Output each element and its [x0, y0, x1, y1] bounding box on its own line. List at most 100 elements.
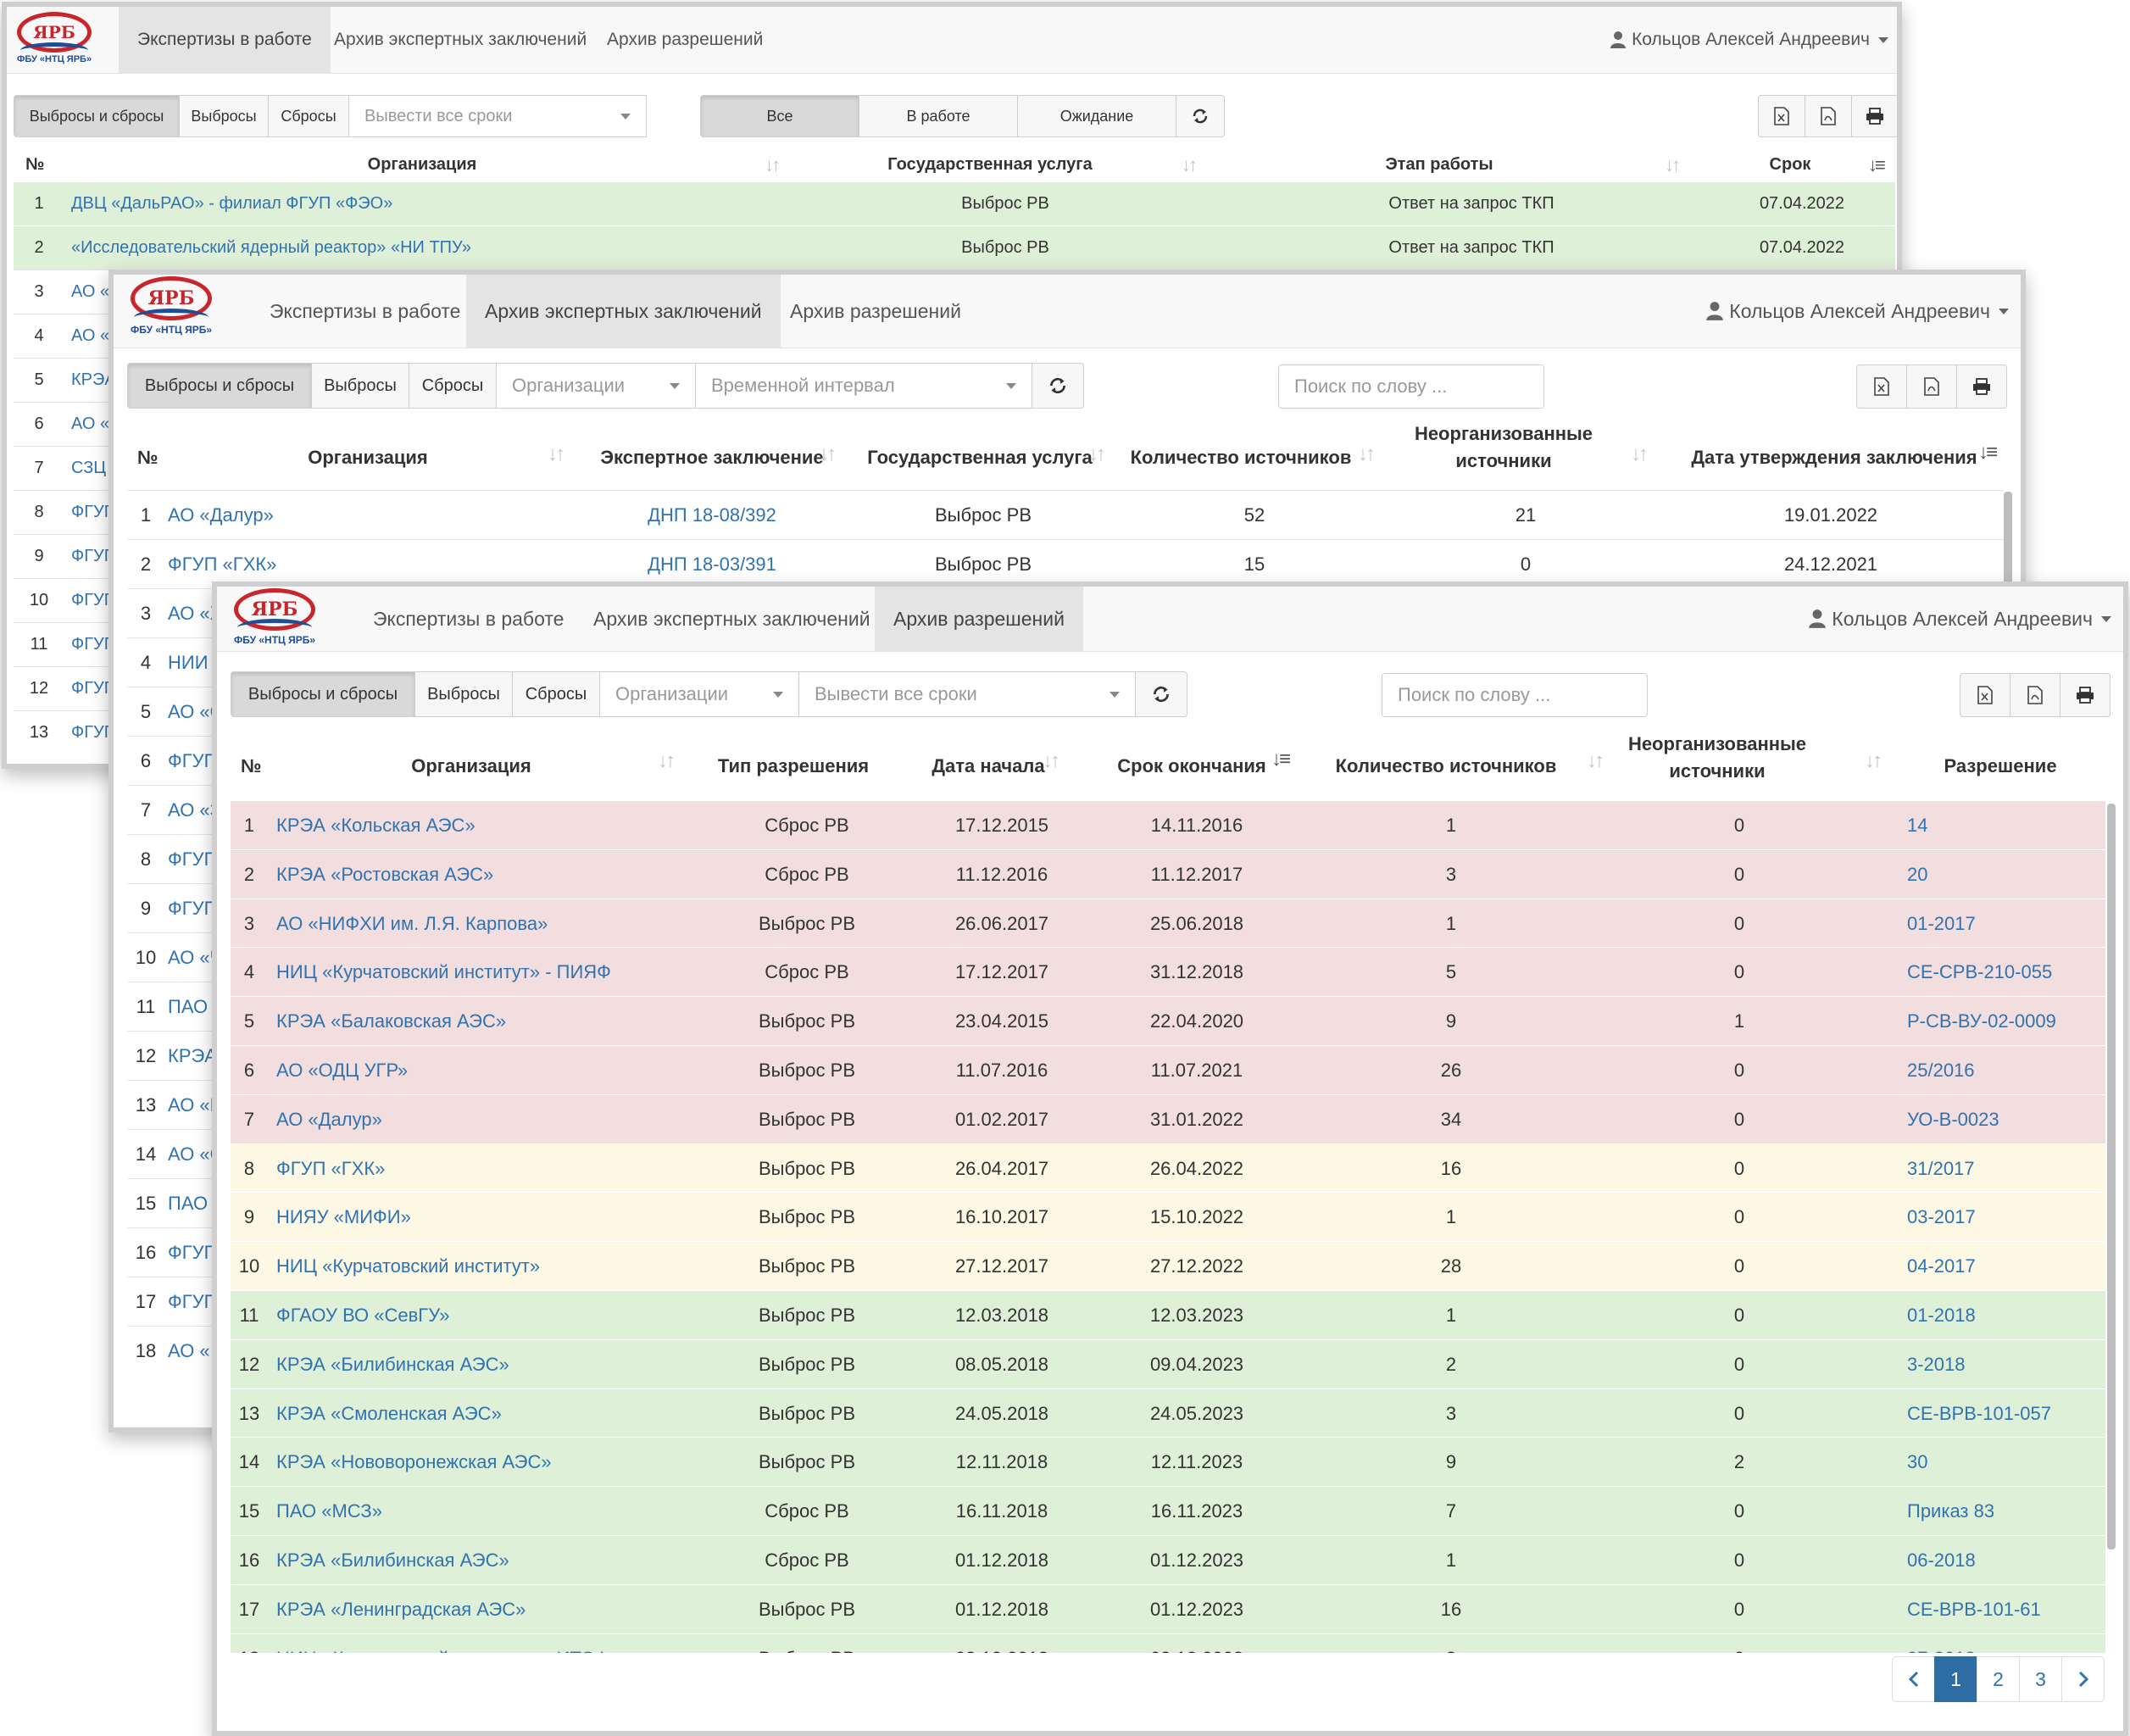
scrollbar[interactable]: [2107, 804, 2116, 1550]
filter-emissions[interactable]: Выбросы: [414, 671, 513, 717]
cell-permit[interactable]: УО-В-0023: [1907, 1095, 1999, 1143]
table-row[interactable]: 7 АО «Далур» Выброс РВ 01.02.2017 31.01.2022…: [231, 1094, 2105, 1143]
cell-permit[interactable]: 01-2018: [1907, 1291, 1976, 1339]
col-state-service[interactable]: Государственная услуга: [853, 444, 1107, 471]
cell-permit[interactable]: 20: [1907, 850, 1927, 899]
refresh-button[interactable]: [1176, 95, 1225, 137]
table-row[interactable]: 1 ДВЦ «ДальРАО» - филиал ФГУП «ФЭО» Выброс…: [14, 181, 1895, 225]
col-organization[interactable]: Организация: [344, 753, 598, 780]
filter-emissions-and-discharges[interactable]: Выбросы и сбросы: [14, 95, 180, 137]
sort-icon[interactable]: ↓↑: [1587, 749, 1604, 773]
export-excel-button[interactable]: [1758, 95, 1805, 137]
sort-asc-icon[interactable]: ↓≡: [1868, 154, 1886, 176]
tab-permits-archive[interactable]: Архив разрешений: [780, 275, 971, 348]
sort-icon[interactable]: ↓↑: [1043, 749, 1060, 773]
cell-permit[interactable]: 06-2018: [1907, 1536, 1976, 1584]
tab-permits-archive[interactable]: Архив разрешений: [602, 7, 768, 73]
table-row[interactable]: 3 АО «НИФХИ им. Л.Я. Карпова» Выброс РВ 26.…: [231, 899, 2105, 948]
cell-permit[interactable]: СЕ-ВРВ-101-057: [1907, 1389, 2051, 1438]
pagination-next-button[interactable]: [2061, 1656, 2105, 1702]
tab-expert-conclusions-archive[interactable]: Архив экспертных заключений: [329, 7, 592, 73]
search-input[interactable]: [1382, 673, 1648, 717]
status-waiting[interactable]: Ожидание: [1017, 95, 1176, 137]
col-work-stage[interactable]: Этап работы: [1312, 153, 1566, 177]
cell-organization[interactable]: КРЭА «Балаковская АЭС»: [276, 997, 506, 1045]
cell-organization[interactable]: КРЭА «Билибинская АЭС»: [276, 1340, 509, 1388]
tab-expert-conclusions-archive[interactable]: Архив экспертных заключений: [466, 275, 781, 348]
sort-icon[interactable]: ↓↑: [1182, 154, 1198, 176]
cell-organization[interactable]: НИЦ «Курчатовский институт»: [276, 1242, 540, 1290]
sort-icon[interactable]: ↓↑: [1865, 749, 1883, 773]
status-all[interactable]: Все: [700, 95, 859, 137]
pagination-page-1[interactable]: 1: [1934, 1656, 1977, 1702]
cell-organization[interactable]: ФГУП: [168, 884, 217, 932]
table-row[interactable]: 16 КРЭА «Билибинская АЭС» Сброс РВ 01.12.20…: [231, 1535, 2105, 1584]
col-end-date[interactable]: Срок окончания: [1082, 753, 1302, 780]
pagination-page-3[interactable]: 3: [2019, 1656, 2062, 1702]
cell-organization[interactable]: АО «Далур»: [276, 1095, 382, 1143]
tab-expert-conclusions-archive[interactable]: Архив экспертных заключений: [583, 587, 881, 651]
tab-permits-archive[interactable]: Архив разрешений: [875, 587, 1083, 651]
cell-permit[interactable]: 01-2017: [1907, 899, 1976, 948]
cell-permit[interactable]: 25/2016: [1907, 1046, 1975, 1094]
export-pdf-button[interactable]: [1805, 95, 1852, 137]
table-row[interactable]: 8 ФГУП «ГХК» Выброс РВ 26.04.2017 26.04.2022…: [231, 1143, 2105, 1193]
cell-permit[interactable]: Р-СВ-ВУ-02-0009: [1907, 997, 2056, 1045]
cell-organization[interactable]: АО «Далур»: [168, 491, 274, 539]
cell-organization[interactable]: ФГУП: [168, 1228, 217, 1277]
col-organization[interactable]: Организация: [261, 153, 583, 177]
col-source-count[interactable]: Количество источников: [1319, 753, 1573, 780]
user-menu[interactable]: Кольцов Алексей Андреевич: [1610, 7, 1888, 73]
sort-icon[interactable]: ↓↑: [819, 442, 837, 466]
col-unorganized-sources[interactable]: Неорганизованные источники: [1402, 420, 1605, 475]
table-row[interactable]: 13 КРЭА «Смоленская АЭС» Выброс РВ 24.05.20…: [231, 1388, 2105, 1438]
cell-organization[interactable]: АО «ОДЦ УГР»: [276, 1046, 408, 1094]
cell-organization[interactable]: ФГУП «ГХК»: [276, 1144, 385, 1193]
table-row[interactable]: 1 КРЭА «Кольская АЭС» Сброс РВ 17.12.2015 14…: [231, 800, 2105, 849]
table-row[interactable]: 15 ПАО «МСЗ» Сброс РВ 16.11.2018 16.11.2023 7…: [231, 1486, 2105, 1535]
logo[interactable]: ЯРБ ФБУ «НТЦ ЯРБ»: [131, 276, 225, 336]
table-row[interactable]: 9 НИЯУ «МИФИ» Выброс РВ 16.10.2017 15.10.202…: [231, 1192, 2105, 1241]
table-row[interactable]: 11 ФГАОУ ВО «СевГУ» Выброс РВ 12.03.2018 12.…: [231, 1290, 2105, 1339]
print-button[interactable]: [2060, 673, 2111, 717]
print-button[interactable]: [1956, 364, 2007, 409]
cell-organization[interactable]: АО «: [168, 1327, 210, 1375]
export-excel-button[interactable]: [1856, 364, 1907, 409]
user-menu[interactable]: Кольцов Алексей Андреевич: [1808, 587, 2111, 651]
cell-organization[interactable]: ПАО «МСЗ»: [276, 1487, 382, 1535]
export-pdf-button[interactable]: [1906, 364, 1957, 409]
table-row[interactable]: 4 НИЦ «Курчатовский институт» - ПИЯФ Сброс…: [231, 947, 2105, 996]
filter-emissions-and-discharges[interactable]: Выбросы и сбросы: [127, 363, 312, 409]
cell-organization[interactable]: ФГУП: [168, 835, 217, 883]
filter-discharges[interactable]: Сбросы: [268, 95, 349, 137]
sort-icon[interactable]: ↓↑: [765, 154, 781, 176]
cell-organization[interactable]: ФГУП: [168, 1277, 217, 1326]
cell-organization[interactable]: «Исследовательский ядерный реактор» «НИ …: [71, 226, 471, 270]
table-row[interactable]: 2 «Исследовательский ядерный реактор» «НИ…: [14, 225, 1895, 270]
sort-icon[interactable]: ↓↑: [1358, 442, 1376, 466]
cell-permit[interactable]: 04-2017: [1907, 1242, 1976, 1290]
sort-icon[interactable]: ↓↑: [658, 749, 676, 773]
user-menu[interactable]: Кольцов Алексей Андреевич: [1705, 275, 2009, 348]
filter-emissions-and-discharges[interactable]: Выбросы и сбросы: [231, 671, 415, 717]
cell-permit[interactable]: 07-2018: [1907, 1634, 1976, 1654]
cell-organization[interactable]: КРЭА «Кольская АЭС»: [276, 801, 475, 849]
col-state-service[interactable]: Государственная услуга: [863, 153, 1117, 177]
cell-organization[interactable]: ПАО: [168, 982, 208, 1031]
cell-organization[interactable]: ФГАОУ ВО «СевГУ»: [276, 1291, 449, 1339]
status-in-progress[interactable]: В работе: [859, 95, 1018, 137]
cell-permit[interactable]: 03-2017: [1907, 1193, 1976, 1241]
cell-expert-conclusion[interactable]: ДНП 18-08/392: [602, 491, 822, 539]
cell-organization[interactable]: КРЭА «Билибинская АЭС»: [276, 1536, 509, 1584]
filter-discharges[interactable]: Сбросы: [512, 671, 600, 717]
cell-permit[interactable]: Приказ 83: [1907, 1487, 1994, 1535]
refresh-button[interactable]: [1135, 671, 1187, 717]
cell-organization[interactable]: ФГУП: [168, 737, 217, 785]
cell-organization[interactable]: КРЭА «Ростовская АЭС»: [276, 850, 493, 899]
filter-discharges[interactable]: Сбросы: [409, 363, 497, 409]
cell-organization[interactable]: КРЭА «Ленинградская АЭС»: [276, 1585, 526, 1633]
cell-organization[interactable]: НИЦ «Курчатовский институт» - ПИЯФ: [276, 948, 611, 996]
col-expert-conclusion[interactable]: Экспертное заключение: [585, 444, 839, 471]
sort-icon[interactable]: ↓↑: [1631, 442, 1649, 466]
col-permit-type[interactable]: Тип разрешения: [692, 753, 895, 780]
